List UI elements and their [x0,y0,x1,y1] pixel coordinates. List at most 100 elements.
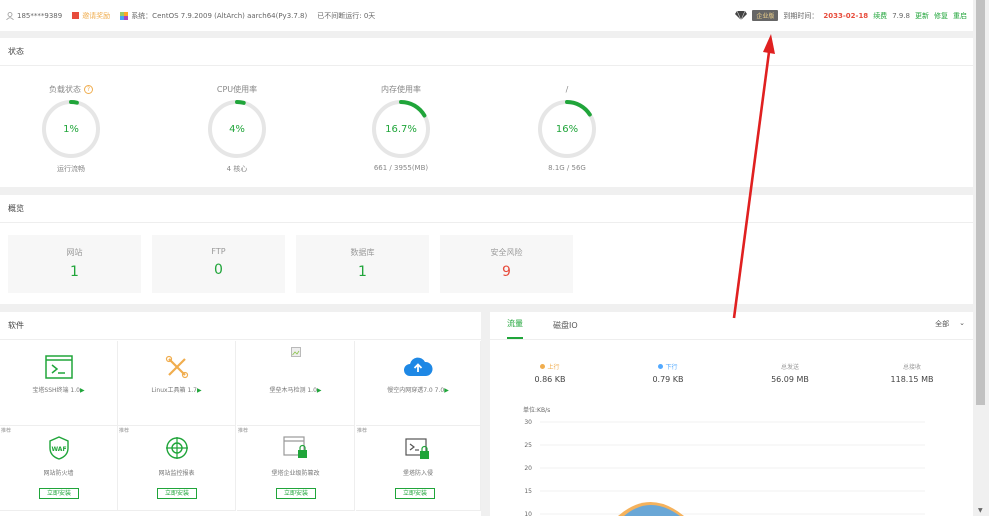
traffic-panel: 流量 磁盘IO 全部 ⌄ 上行 0.86 KB 下行 0.79 KB 总发送 5… [490,312,973,516]
intrusion-icon [405,438,429,459]
play-icon: ▶ [316,387,322,394]
help-icon[interactable]: ? [84,84,93,94]
load-sub: 运行流畅 [57,165,85,173]
ftp-card[interactable]: FTP 0 [152,235,285,293]
install-button[interactable]: 立即安装 [276,488,316,499]
risk-value: 9 [502,264,511,280]
page-scrollbar[interactable]: ▼ [973,0,989,516]
cpu-ring: 4% [206,98,268,160]
disk-value: 16% [555,123,579,135]
load-value: 1% [63,123,79,135]
y-tick: 25 [524,442,532,449]
intrusion-icon-wrap [356,436,480,460]
disk-gauge[interactable]: / 16% 8.1G / 56G [532,82,602,172]
tools-icon-wrap [118,355,235,379]
repair-link[interactable]: 修复 [934,11,948,21]
scroll-down-icon[interactable]: ▼ [978,507,983,514]
y-tick: 20 [524,465,532,472]
restart-link[interactable]: 重启 [953,11,967,21]
software-item[interactable]: 慢空内网穿透7.0 7.0▶ [356,341,481,426]
status-title: 状态 [0,38,973,66]
waf-icon: WAF [48,436,69,460]
gift-icon [72,12,80,19]
database-card[interactable]: 数据库 1 [296,235,429,293]
recommend-tag: 推荐 [119,428,130,434]
monitor-icon-wrap [118,436,235,460]
ftp-value: 0 [214,262,223,278]
recommend-tag: 推荐 [357,428,368,434]
play-icon: ▶ [197,387,202,394]
diamond-icon [735,11,748,20]
database-label: 数据库 [350,248,375,257]
software-name-row: 堡垒木马检测 1.0▶ [237,385,354,394]
software-name: 堡塔防入侵 [402,470,433,477]
invite-link[interactable]: 邀请奖励 [72,11,110,21]
software-name: 网站防火墙 [43,470,74,477]
uptime-text: 已不间断运行: 0天 [317,11,376,20]
database-value: 1 [358,264,367,280]
load-gauge[interactable]: 负载状态? 1% 运行流畅 [36,82,106,174]
edition-badge: 企业版 [752,10,779,21]
recommend-tag: 推荐 [238,428,249,434]
software-name: 堡塔企业级防篡改 [271,470,320,477]
y-tick: 30 [524,419,532,426]
software-item[interactable]: 堡垒木马检测 1.0▶ [237,341,355,426]
cpu-label: CPU使用率 [216,84,258,94]
software-name: 堡垒木马检测 1.0 [269,387,317,394]
software-item[interactable]: 推荐 网站监控报表 立即安装 [118,426,236,511]
cpu-gauge[interactable]: CPU使用率 4% 4 核心 [202,82,272,174]
topbar-right: 企业版 到期时间： 2033-02-18 续费 7.9.8 更新 修复 重启 [735,10,967,21]
memory-gauge[interactable]: 内存使用率 16.7% 661 / 3955(MB) [366,82,436,172]
user-name: 185****9389 [17,11,63,20]
memory-label: 内存使用率 [381,84,421,94]
memory-sub: 661 / 3955(MB) [373,164,429,172]
tamper-icon-wrap [237,436,354,460]
software-panel: 软件 宝塔SSH终端 1.0▶ Linux工具箱 1.7▶ 堡垒木马检测 1.0… [0,312,481,516]
software-name: 慢空内网穿透7.0 7.0 [387,387,445,394]
os-icon [120,11,129,20]
terminal-icon [44,355,73,379]
sites-label: 网站 [66,248,83,257]
user-info[interactable]: 185****9389 [6,12,62,20]
play-icon: ▶ [79,387,85,394]
system-text: 系统：CentOS 7.9.2009 (AltArch) aarch64(Py3… [131,11,308,20]
software-item[interactable]: 推荐 WAF 网站防火墙 立即安装 [0,426,118,511]
expire-label: 到期时间： [783,11,819,20]
scrollbar-thumb[interactable] [976,0,985,405]
software-title: 软件 [0,312,481,340]
sites-card[interactable]: 网站 1 [8,235,141,293]
status-panel: 状态 负载状态? 1% 运行流畅 CPU使用率 4% 4 核心 内存使用率 16… [0,38,973,187]
update-link[interactable]: 更新 [915,11,929,21]
software-name-row: 宝塔SSH终端 1.0▶ [0,385,117,394]
terminal-icon-wrap [0,355,117,379]
memory-value: 16.7% [385,123,417,135]
software-name-row: Linux工具箱 1.7▶ [118,385,235,394]
risk-card[interactable]: 安全风险 9 [440,235,573,293]
install-button[interactable]: 立即安装 [395,488,435,499]
expire-date: 2033-02-18 [823,11,869,20]
cpu-sub: 4 核心 [226,165,248,173]
software-item[interactable]: Linux工具箱 1.7▶ [118,341,236,426]
software-item[interactable]: 宝塔SSH终端 1.0▶ [0,341,118,426]
uptime: 已不间断运行: 0天 [317,11,375,21]
top-bar: 185****9389 邀请奖励 系统：CentOS 7.9.2009 (Alt… [0,0,973,31]
invite-label: 邀请奖励 [82,11,111,20]
software-item[interactable]: 推荐 堡塔防入侵 立即安装 [356,426,481,511]
load-ring: 1% [40,98,102,160]
tools-icon [165,355,188,379]
svg-text:WAF: WAF [51,446,66,453]
install-button[interactable]: 立即安装 [39,488,79,499]
system-info: 系统：CentOS 7.9.2009 (AltArch) aarch64(Py3… [120,11,307,21]
disk-sub: 8.1G / 56G [548,164,586,172]
software-name: Linux工具箱 1.7 [151,387,197,394]
user-icon [6,11,14,20]
software-item[interactable]: 推荐 堡塔企业级防篡改 立即安装 [237,426,355,511]
broken-image-icon-wrap [237,347,354,357]
disk-label: / [565,84,569,94]
renew-link[interactable]: 续费 [873,11,887,21]
software-name-row: 慢空内网穿透7.0 7.0▶ [356,385,480,394]
ftp-label: FTP [211,247,226,256]
install-button[interactable]: 立即安装 [157,488,197,499]
overview-title: 概览 [0,195,973,223]
y-tick: 15 [524,488,532,495]
